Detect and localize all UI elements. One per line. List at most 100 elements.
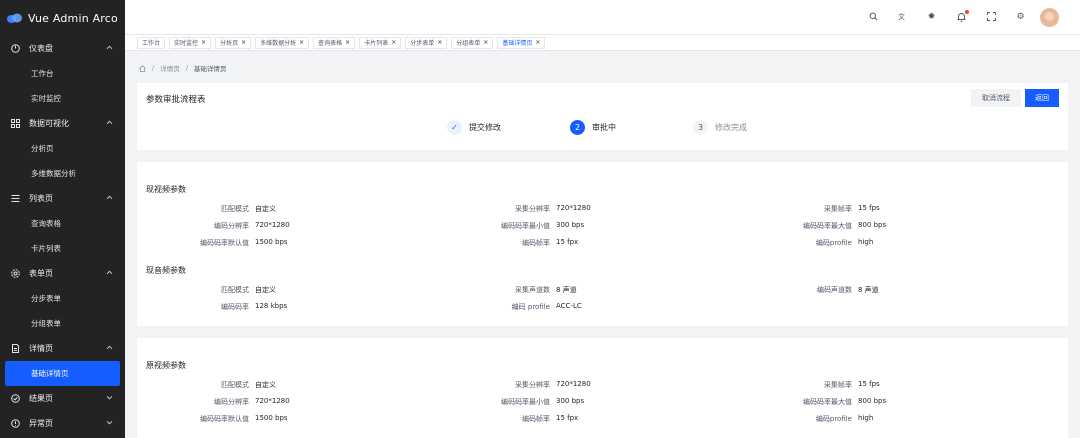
step-number: 3 (693, 120, 708, 135)
dashboard-icon (11, 44, 20, 53)
step-number: 2 (570, 120, 585, 135)
step-label: 修改完成 (715, 123, 747, 132)
step-approving: 2 审批中 (570, 120, 616, 135)
sidebar-item[interactable]: 分组表单 (0, 311, 125, 336)
original-params-card: 原视频参数 匹配模式 自定义 采集分辨率 720*1280 采集帧率 15 fps 编码分辨… (137, 338, 1068, 438)
step-submit: ✓ 提交修改 (447, 120, 501, 135)
sidebar-group-label: 表单页 (29, 269, 53, 278)
sidebar-item[interactable]: 分析页 (0, 136, 125, 161)
tab[interactable]: 基础详情页 × (497, 36, 546, 49)
step-label: 审批中 (592, 123, 616, 132)
steps: ✓ 提交修改 2 审批中 3 修改完成 (137, 119, 1068, 137)
page-title: 参数审批流程表 (146, 95, 206, 105)
sidebar-group[interactable]: 数据可视化 (0, 111, 125, 136)
app-title: Vue Admin Arco (28, 11, 118, 25)
tab[interactable]: 查询表格 × (313, 36, 356, 49)
tab[interactable]: 分析页 × (215, 36, 252, 49)
sidebar-group[interactable]: 详情页 (0, 336, 125, 361)
chevron-up-icon (105, 194, 113, 202)
settings-icon (11, 269, 20, 278)
approval-flow-card: 参数审批流程表 取消流程 返回 ✓ 提交修改 2 审批中 3 修改完成 (137, 83, 1068, 150)
tab[interactable]: 多维数据分析 × (255, 36, 310, 49)
sidebar-item[interactable]: 基础详情页 (5, 361, 120, 386)
apps-icon (11, 119, 20, 128)
close-icon[interactable]: × (241, 39, 246, 46)
tab[interactable]: 分步表单 × (405, 36, 448, 49)
sidebar-group[interactable]: 表单页 (0, 261, 125, 286)
notification-badge (965, 10, 969, 14)
avatar[interactable] (1040, 8, 1059, 27)
chevron-down-icon (105, 394, 113, 402)
param-field: 编码profile high (137, 238, 873, 248)
home-icon[interactable] (139, 64, 146, 72)
param-value: 800 bps (858, 221, 887, 229)
tab-label: 分组表单 (456, 40, 481, 47)
close-icon[interactable]: × (483, 39, 488, 46)
app-logo[interactable]: Vue Admin Arco (0, 0, 125, 36)
close-icon[interactable]: × (391, 39, 396, 46)
sidebar-group[interactable]: 异常页 (0, 411, 125, 436)
sidebar-group[interactable]: 列表页 (0, 186, 125, 211)
param-field: 采集帧率 15 fps (137, 204, 880, 214)
step-complete: 3 修改完成 (693, 120, 747, 135)
check-icon: ✓ (447, 120, 462, 135)
param-field: 采集帧率 15 fps (137, 380, 880, 390)
param-label: 编码声道数 (817, 286, 852, 294)
section-title: 现音频参数 (146, 266, 186, 275)
sidebar-item[interactable]: 工作台 (0, 61, 125, 86)
param-label: 编码profile (815, 415, 852, 423)
tab-bar: 工作台 实时监控 × 分析页 × 多维数据分析 × 查询表格 × 卡片列表 × 分步表单 × 分组表单 × 基… (125, 35, 1080, 51)
sidebar-group-label: 详情页 (29, 344, 53, 353)
close-icon[interactable]: × (345, 39, 350, 46)
sidebar-item[interactable]: 多维数据分析 (0, 161, 125, 186)
tab[interactable]: 实时监控 × (169, 36, 212, 49)
param-field: 编码 profile ACC-LC (137, 302, 582, 312)
tab-label: 多维数据分析 (260, 40, 297, 47)
sidebar: Vue Admin Arco 仪表盘工作台 实时监控数据可视化分析页 多维数据分析列… (0, 0, 125, 438)
sidebar-group-label: 数据可视化 (29, 119, 69, 128)
top-navbar: 文 ✹ ⚙ (125, 0, 1080, 35)
sidebar-item[interactable]: 查询表格 (0, 211, 125, 236)
tab-label: 查询表格 (318, 40, 343, 47)
tab-label: 基础详情页 (502, 40, 533, 47)
sidebar-group[interactable]: 结果页 (0, 386, 125, 411)
exclamation-circle-icon (11, 419, 20, 428)
notification-icon[interactable] (956, 10, 969, 23)
close-icon[interactable]: × (437, 39, 442, 46)
close-icon[interactable]: × (535, 39, 540, 46)
param-value: 15 fps (858, 380, 880, 388)
tab[interactable]: 卡片列表 × (359, 36, 402, 49)
current-params-card: 现视频参数 现音频参数 匹配模式 自定义 采集分辨率 720*1280 采集帧率 15 f… (137, 162, 1068, 326)
language-icon[interactable]: 文 (896, 12, 907, 23)
tab-label: 分析页 (220, 40, 239, 47)
close-icon[interactable]: × (201, 39, 206, 46)
tab-label: 工作台 (142, 40, 161, 47)
settings-icon[interactable]: ⚙ (1015, 12, 1026, 23)
tab[interactable]: 工作台 (137, 36, 166, 49)
sidebar-group[interactable]: 仪表盘 (0, 36, 125, 61)
tab-label: 分步表单 (410, 40, 435, 47)
param-value: 15 fps (858, 204, 880, 212)
breadcrumb: / 详情页 / 基础详情页 (139, 63, 226, 73)
param-label: 编码码率最大值 (803, 398, 852, 406)
param-value: 8 声道 (858, 286, 879, 294)
tab[interactable]: 分组表单 × (451, 36, 494, 49)
fullscreen-icon[interactable] (986, 12, 997, 23)
search-icon[interactable] (868, 12, 879, 23)
breadcrumb-item[interactable]: 详情页 (160, 63, 180, 73)
sidebar-item[interactable]: 实时监控 (0, 86, 125, 111)
back-button[interactable]: 返回 (1025, 89, 1059, 107)
sidebar-group-label: 结果页 (29, 394, 53, 403)
param-label: 编码profile (815, 239, 852, 247)
cancel-flow-button[interactable]: 取消流程 (971, 89, 1021, 107)
theme-icon[interactable]: ✹ (926, 12, 937, 23)
param-label: 编码 profile (511, 303, 550, 311)
param-field: 编码profile high (137, 414, 873, 424)
param-label: 编码码率最大值 (803, 222, 852, 230)
sidebar-group-label: 异常页 (29, 419, 53, 428)
close-icon[interactable]: × (299, 39, 304, 46)
sidebar-group-label: 仪表盘 (29, 44, 53, 53)
tab-label: 实时监控 (174, 40, 199, 47)
sidebar-item[interactable]: 分步表单 (0, 286, 125, 311)
sidebar-item[interactable]: 卡片列表 (0, 236, 125, 261)
